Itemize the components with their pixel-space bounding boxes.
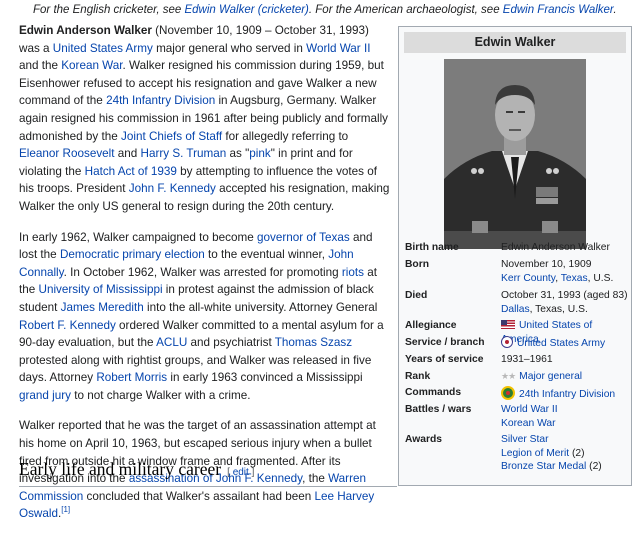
link-robert-f-kennedy[interactable]: Robert F. Kennedy <box>19 319 116 332</box>
portrait-image <box>444 59 586 249</box>
value-battles-wars: World War II Korean War <box>501 403 631 430</box>
section-heading: Early life and military career [ edit ] <box>19 458 397 487</box>
hatnote-text: For the English cricketer, see <box>33 4 185 16</box>
label-rank: Rank <box>405 371 431 382</box>
text: for allegedly referring to <box>222 129 349 143</box>
link-us-army[interactable]: United States Army <box>517 338 605 349</box>
link-eleanor-roosevelt[interactable]: Eleanor Roosevelt <box>19 147 115 160</box>
label-born: Born <box>405 259 430 270</box>
link-korean-war[interactable]: Korean War <box>61 59 122 72</box>
link-united-states-army[interactable]: United States Army <box>53 42 153 55</box>
text: concluded that Walker's assailant had be… <box>83 489 315 503</box>
us-flag-icon <box>501 320 515 329</box>
edit-section: [ edit ] <box>227 467 254 478</box>
label-allegiance: Allegiance <box>405 320 457 331</box>
label-years-of-service: Years of service <box>405 354 484 365</box>
infobox-title: Edwin Walker <box>404 32 626 53</box>
link-john-f-kennedy[interactable]: John F. Kennedy <box>129 182 216 195</box>
label-awards: Awards <box>405 434 443 445</box>
link-korean-war-infobox[interactable]: Korean War <box>501 418 556 429</box>
text: major general who served in <box>152 41 307 55</box>
link-joint-chiefs-of-staff[interactable]: Joint Chiefs of Staff <box>121 130 222 143</box>
link-aclu[interactable]: ACLU <box>156 336 187 349</box>
link-thomas-szasz[interactable]: Thomas Szasz <box>275 336 352 349</box>
hatnote-text: . <box>613 4 617 16</box>
text: into the all-white university. Attorney … <box>143 300 378 314</box>
award-count: (2) <box>569 447 585 459</box>
text: in early 1963 convinced a Mississippi <box>167 371 363 385</box>
link-legion-of-merit[interactable]: Legion of Merit <box>501 448 569 459</box>
paragraph-2: In early 1962, Walker campaigned to beco… <box>19 229 391 405</box>
text: In early 1962, Walker campaigned to beco… <box>19 230 257 244</box>
link-governor-of-texas[interactable]: governor of Texas <box>257 231 350 244</box>
label-birth-name: Birth name <box>405 242 459 253</box>
link-democratic-primary-election[interactable]: Democratic primary election <box>60 248 205 261</box>
value-commands: 24th Infantry Division <box>501 386 631 402</box>
division-patch-icon <box>501 386 515 400</box>
value-years-of-service: 1931–1961 <box>501 354 553 365</box>
text: . In October 1962, Walker was arrested f… <box>63 265 342 279</box>
birth-date: November 10, 1909 <box>501 259 592 270</box>
two-star-insignia-icon: ★★ <box>501 371 516 381</box>
text: and the <box>19 59 62 73</box>
value-service-branch: United States Army <box>501 336 631 351</box>
link-pink[interactable]: pink <box>249 147 270 160</box>
link-harry-s-truman[interactable]: Harry S. Truman <box>141 147 227 160</box>
link-major-general[interactable]: Major general <box>519 371 582 382</box>
label-commands: Commands <box>405 387 462 398</box>
text: to the eventual winner, <box>204 248 329 262</box>
link-kerr-county[interactable]: Kerr County <box>501 273 555 284</box>
value-born: November 10, 1909 Kerr County, Texas, U.S… <box>501 258 631 285</box>
value-rank: ★★ Major general <box>501 370 631 384</box>
label-battles-wars: Battles / wars <box>405 404 472 415</box>
hatnote: For the English cricketer, see Edwin Wal… <box>33 3 633 17</box>
text: , Texas, U.S. <box>529 303 588 315</box>
text: to not charge Walker with a crime. <box>70 388 251 402</box>
portrait-photo[interactable] <box>444 59 586 249</box>
text: and psychiatrist <box>187 336 275 350</box>
link-edwin-francis-walker[interactable]: Edwin Francis Walker <box>503 4 614 16</box>
link-riots[interactable]: riots <box>342 266 364 279</box>
edit-section-link[interactable]: edit <box>233 467 249 478</box>
link-24th-infantry-division[interactable]: 24th Infantry Division <box>106 94 215 107</box>
infobox: Edwin Walker Birth name Edwin Anderson W… <box>398 26 632 486</box>
section-title: Early life and military career <box>19 459 222 479</box>
link-edwin-walker-cricketer[interactable]: Edwin Walker (cricketer) <box>184 4 308 16</box>
link-texas[interactable]: Texas <box>561 273 588 284</box>
lead-paragraph: Edwin Anderson Walker (November 10, 1909… <box>19 22 391 216</box>
award-count: (2) <box>586 461 602 472</box>
text: and <box>114 147 141 161</box>
link-world-war-ii[interactable]: World War II <box>306 42 370 55</box>
link-dallas[interactable]: Dallas <box>501 304 530 315</box>
army-seal-icon <box>501 336 513 348</box>
link-robert-morris[interactable]: Robert Morris <box>96 371 167 384</box>
link-grand-jury[interactable]: grand jury <box>19 389 71 402</box>
subject-name: Edwin Anderson Walker <box>19 24 152 37</box>
reference-1[interactable]: [1] <box>61 506 70 515</box>
link-james-meredith[interactable]: James Meredith <box>61 301 144 314</box>
value-awards: Silver Star Legion of Merit (2) Bronze Sta… <box>501 433 631 474</box>
death-date: October 31, 1993 (aged 83) <box>501 290 628 301</box>
link-world-war-ii-infobox[interactable]: World War II <box>501 404 558 415</box>
value-died: October 31, 1993 (aged 83) Dallas, Texas,… <box>501 289 631 316</box>
link-university-of-mississippi[interactable]: University of Mississippi <box>39 283 163 296</box>
link-bronze-star-medal[interactable]: Bronze Star Medal <box>501 461 586 472</box>
link-24th-infantry-division-infobox[interactable]: 24th Infantry Division <box>519 389 615 400</box>
text: as " <box>226 147 250 161</box>
bracket: ] <box>248 467 255 478</box>
label-died: Died <box>405 290 428 301</box>
text: , U.S. <box>587 272 614 284</box>
link-silver-star[interactable]: Silver Star <box>501 434 549 445</box>
value-birth-name: Edwin Anderson Walker <box>501 242 610 253</box>
link-hatch-act-1939[interactable]: Hatch Act of 1939 <box>85 165 177 178</box>
hatnote-text: . For the American archaeologist, see <box>308 4 503 16</box>
label-service-branch: Service / branch <box>405 337 485 348</box>
